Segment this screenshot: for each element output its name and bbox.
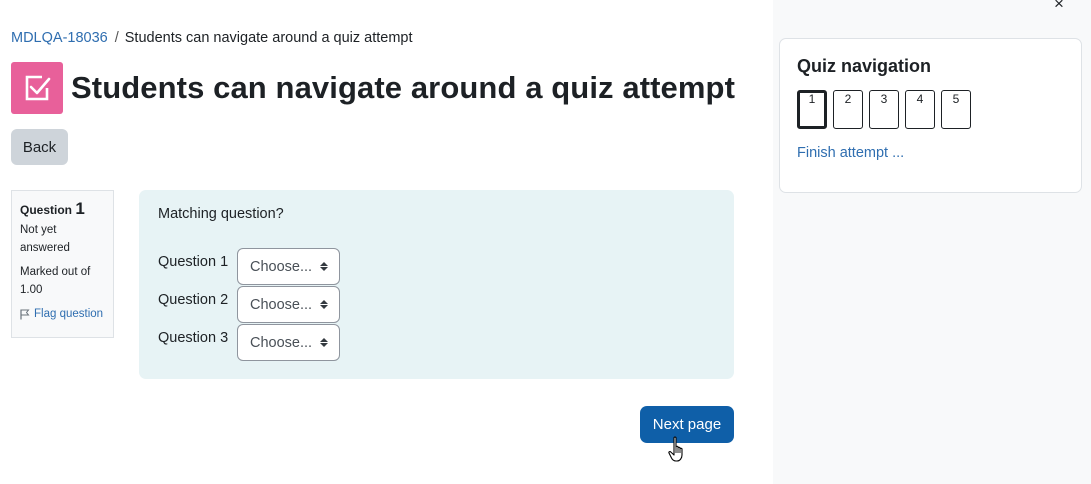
breadcrumb-current: Students can navigate around a quiz atte…: [124, 30, 413, 46]
flag-question-label: Flag question: [34, 308, 104, 320]
select-arrows-icon: [320, 300, 328, 309]
select-arrows-icon: [320, 338, 328, 347]
select-arrows-icon: [320, 262, 328, 271]
match-select-value: Choose...: [250, 258, 313, 275]
quiz-navigation-block: Quiz navigation 1 2 3 4 5 Finish attempt…: [779, 38, 1082, 193]
match-row: Question 3 Choose...: [158, 324, 715, 361]
quiz-nav-button-2[interactable]: 2: [833, 90, 863, 129]
quiz-checkbox-icon: [11, 62, 63, 114]
match-row: Question 1 Choose...: [158, 248, 715, 285]
quiz-attempt-page: MDLQA-18036 / Students can navigate around…: [0, 0, 1091, 484]
quiz-nav-button-4[interactable]: 4: [905, 90, 935, 129]
quiz-nav-button-3[interactable]: 3: [869, 90, 899, 129]
breadcrumb-course-link[interactable]: MDLQA-18036: [11, 30, 108, 46]
question-state: Not yet answered: [20, 224, 70, 254]
match-row: Question 2 Choose...: [158, 286, 715, 323]
match-select-value: Choose...: [250, 334, 313, 351]
page-title: Students can navigate around a quiz atte…: [71, 70, 736, 105]
match-row-label: Question 2: [158, 292, 229, 308]
finish-attempt-link[interactable]: Finish attempt ...: [797, 145, 1064, 161]
right-drawer: × Quiz navigation 1 2 3 4 5 Finish attem…: [773, 0, 1091, 484]
question-grade: Marked out of 1.00: [20, 266, 91, 296]
breadcrumb: MDLQA-18036 / Students can navigate around…: [11, 30, 413, 46]
match-select-2[interactable]: Choose...: [237, 286, 340, 323]
back-button[interactable]: Back: [11, 129, 68, 165]
hand-pointer-cursor-icon: [668, 436, 683, 462]
question-number-label: Question: [20, 203, 73, 217]
close-drawer-icon[interactable]: ×: [1054, 0, 1064, 14]
question-info-panel: Question 1 Not yet answered Marked out o…: [11, 190, 114, 338]
question-content: Matching question? Question 1 Choose... …: [139, 190, 734, 379]
match-row-label: Question 3: [158, 330, 229, 346]
flag-icon: [20, 309, 30, 319]
match-select-3[interactable]: Choose...: [237, 324, 340, 361]
quiz-navigation-title: Quiz navigation: [797, 56, 932, 76]
match-select-value: Choose...: [250, 296, 313, 313]
match-row-label: Question 1: [158, 254, 229, 270]
quiz-nav-button-1[interactable]: 1: [797, 90, 827, 129]
breadcrumb-separator: /: [114, 30, 119, 46]
question-number: Question 1: [20, 200, 105, 219]
quiz-navigation-buttons: 1 2 3 4 5: [797, 90, 1064, 129]
flag-question-link[interactable]: Flag question: [20, 305, 105, 323]
question-number-value: 1: [75, 199, 85, 218]
quiz-nav-button-5[interactable]: 5: [941, 90, 971, 129]
page-header: Students can navigate around a quiz atte…: [11, 62, 735, 114]
match-select-1[interactable]: Choose...: [237, 248, 340, 285]
question-text: Matching question?: [158, 206, 284, 222]
